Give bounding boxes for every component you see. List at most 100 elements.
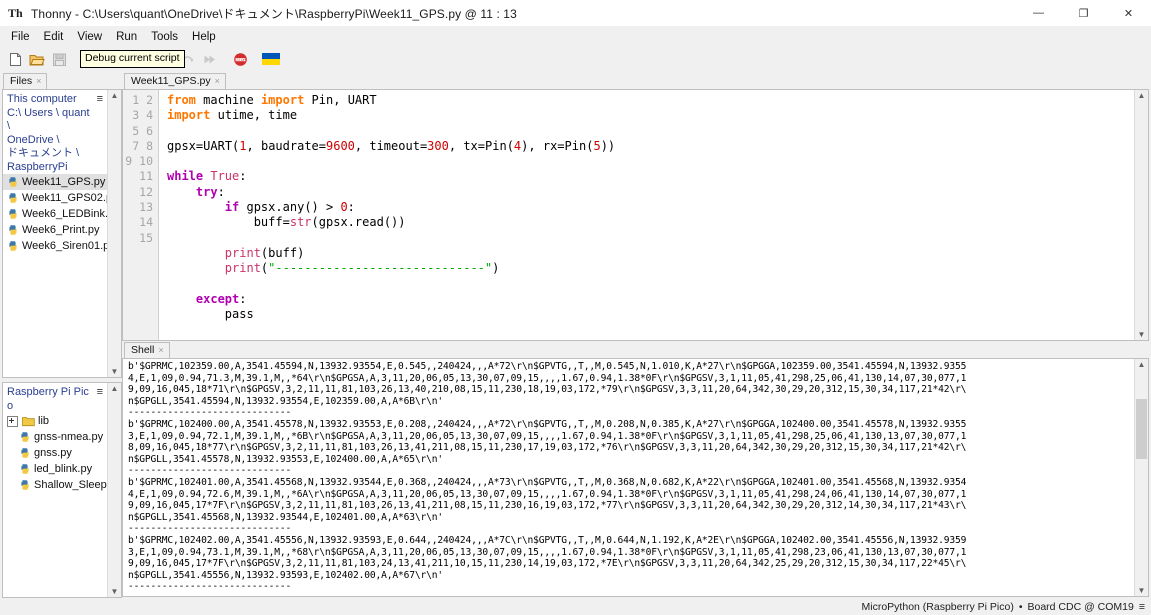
device-scrollbar[interactable]: ▲ ▼: [107, 383, 121, 597]
status-separator: •: [1018, 600, 1023, 613]
list-item-label: lib: [38, 415, 50, 427]
list-item-label: led_blink.py: [34, 463, 93, 475]
code-text[interactable]: from machine import Pin, UART import uti…: [159, 90, 1134, 340]
shell-scrollbar[interactable]: ▲ ▼: [1134, 359, 1148, 596]
main-area: Files × This computer C:\ Users \ quant …: [0, 71, 1151, 598]
list-item[interactable]: Shallow_Sleep.py: [3, 477, 107, 493]
device-menu-icon[interactable]: ≡: [95, 386, 105, 398]
shell-output[interactable]: b'$GPRMC,102359.00,A,3541.45594,N,13932.…: [123, 359, 1134, 596]
menu-item-file[interactable]: File: [4, 28, 37, 46]
code-editor[interactable]: 1 2 3 4 5 6 7 8 9 10 11 12 13 14 15 from…: [122, 89, 1149, 341]
line-number-gutter: 1 2 3 4 5 6 7 8 9 10 11 12 13 14 15: [123, 90, 159, 340]
window-title: Thonny - C:\Users\quant\OneDrive\ドキュメント\…: [31, 6, 517, 21]
scroll-down-icon[interactable]: ▼: [1138, 329, 1146, 340]
list-item[interactable]: Week11_GPS.py: [3, 174, 107, 190]
shell-tab-label: Shell: [131, 344, 155, 356]
python-file-icon: [19, 479, 31, 491]
python-file-icon: [7, 192, 19, 204]
scroll-up-icon[interactable]: ▲: [1138, 359, 1146, 370]
scroll-up-icon[interactable]: ▲: [111, 90, 119, 101]
editor-tab-row: Week11_GPS.py ×: [122, 71, 1151, 89]
files-scrollbar[interactable]: ▲ ▼: [107, 90, 121, 377]
device-header: Raspberry Pi Pico ≡: [3, 385, 107, 413]
editor-tab-label: Week11_GPS.py: [131, 75, 211, 87]
files-menu-icon[interactable]: ≡: [95, 93, 105, 105]
expand-icon[interactable]: [7, 415, 18, 427]
device-tree-inner: Raspberry Pi Pico ≡ lib gnss-nmea.py gns…: [3, 383, 107, 597]
list-item-label: Week11_GPS.py: [22, 176, 106, 188]
ukraine-flag-icon[interactable]: [261, 49, 281, 69]
list-item-label: Shallow_Sleep.py: [34, 479, 107, 491]
list-item-label: gnss-nmea.py: [34, 431, 104, 443]
close-button[interactable]: ✕: [1106, 0, 1151, 26]
list-item-label: Week6_Print.py: [22, 224, 100, 236]
tooltip: Debug current script: [80, 50, 185, 68]
device-name: Raspberry Pi Pico: [7, 386, 89, 412]
close-icon[interactable]: ×: [215, 75, 220, 87]
list-item-label: Week11_GPS02.py: [22, 192, 107, 204]
list-item[interactable]: Week6_Print.py: [3, 222, 107, 238]
scroll-down-icon[interactable]: ▼: [111, 586, 119, 597]
scroll-up-icon[interactable]: ▲: [1138, 90, 1146, 101]
list-item[interactable]: gnss.py: [3, 445, 107, 461]
thonny-icon: Th: [8, 5, 24, 21]
svg-text:Th: Th: [8, 6, 23, 20]
statusbar-menu-icon[interactable]: ≡: [1139, 601, 1145, 613]
python-file-icon: [19, 447, 31, 459]
line-numbers: 1 2 3 4 5 6 7 8 9 10 11 12 13 14 15: [125, 93, 153, 245]
path-line-4: RaspberryPi: [7, 160, 68, 173]
python-file-icon: [7, 224, 19, 236]
tab-week11-gps[interactable]: Week11_GPS.py ×: [124, 73, 226, 89]
this-computer-header: This computer C:\ Users \ quant \ OneDri…: [3, 92, 107, 174]
new-file-icon[interactable]: [5, 49, 25, 69]
menu-item-help[interactable]: Help: [185, 28, 223, 46]
tooltip-text: Debug current script: [85, 52, 180, 64]
editor-shell-column: Week11_GPS.py × 1 2 3 4 5 6 7 8 9 10 11 …: [122, 71, 1151, 598]
svg-text:STOP: STOP: [236, 58, 246, 62]
window-controls: — ❐ ✕: [1016, 0, 1151, 26]
list-item[interactable]: Week11_GPS02.py: [3, 190, 107, 206]
minimize-button[interactable]: —: [1016, 0, 1061, 26]
list-item[interactable]: lib: [3, 413, 107, 429]
scroll-down-icon[interactable]: ▼: [111, 366, 119, 377]
tab-shell[interactable]: Shell ×: [124, 342, 170, 358]
tab-files[interactable]: Files ×: [3, 73, 48, 89]
status-bar: MicroPython (Raspberry Pi Pico) • Board …: [0, 598, 1151, 615]
python-file-icon: [7, 176, 19, 188]
interpreter-label[interactable]: MicroPython (Raspberry Pi Pico): [862, 601, 1014, 613]
scrollbar-thumb[interactable]: [1136, 399, 1147, 459]
list-item[interactable]: led_blink.py: [3, 461, 107, 477]
maximize-button[interactable]: ❐: [1061, 0, 1106, 26]
resume-icon[interactable]: [199, 49, 219, 69]
list-item-label: Week6_Siren01.py: [22, 240, 107, 252]
menu-item-view[interactable]: View: [70, 28, 109, 46]
close-icon[interactable]: ×: [36, 75, 41, 87]
shell-separator: -----------------------------: [128, 581, 292, 593]
shell-separator: -----------------------------: [128, 523, 292, 535]
list-item[interactable]: Week6_Siren01.py: [3, 238, 107, 254]
menu-item-tools[interactable]: Tools: [144, 28, 185, 46]
open-file-icon[interactable]: [27, 49, 47, 69]
stop-icon[interactable]: STOP: [230, 49, 250, 69]
save-file-icon[interactable]: [49, 49, 69, 69]
python-file-icon: [19, 431, 31, 443]
list-item[interactable]: Week6_LEDBink.py: [3, 206, 107, 222]
list-item-label: gnss.py: [34, 447, 72, 459]
files-panel: Files × This computer C:\ Users \ quant …: [0, 71, 122, 598]
python-file-icon: [7, 240, 19, 252]
python-file-icon: [7, 208, 19, 220]
list-item-label: Week6_LEDBink.py: [22, 208, 107, 220]
editor-scrollbar[interactable]: ▲ ▼: [1134, 90, 1148, 340]
files-tab-row: Files ×: [0, 71, 122, 89]
thonny-window: Th Thonny - C:\Users\quant\OneDrive\ドキュメ…: [0, 0, 1151, 615]
device-tree: Raspberry Pi Pico ≡ lib gnss-nmea.py gns…: [2, 382, 122, 598]
menu-item-run[interactable]: Run: [109, 28, 144, 46]
scroll-up-icon[interactable]: ▲: [111, 383, 119, 394]
menu-item-edit[interactable]: Edit: [37, 28, 71, 46]
path-line-3: ドキュメント \: [7, 147, 80, 159]
list-item[interactable]: gnss-nmea.py: [3, 429, 107, 445]
shell-panel[interactable]: b'$GPRMC,102359.00,A,3541.45594,N,13932.…: [122, 358, 1149, 597]
close-icon[interactable]: ×: [158, 344, 163, 356]
scroll-down-icon[interactable]: ▼: [1138, 585, 1146, 596]
connection-label[interactable]: Board CDC @ COM19: [1028, 601, 1134, 613]
